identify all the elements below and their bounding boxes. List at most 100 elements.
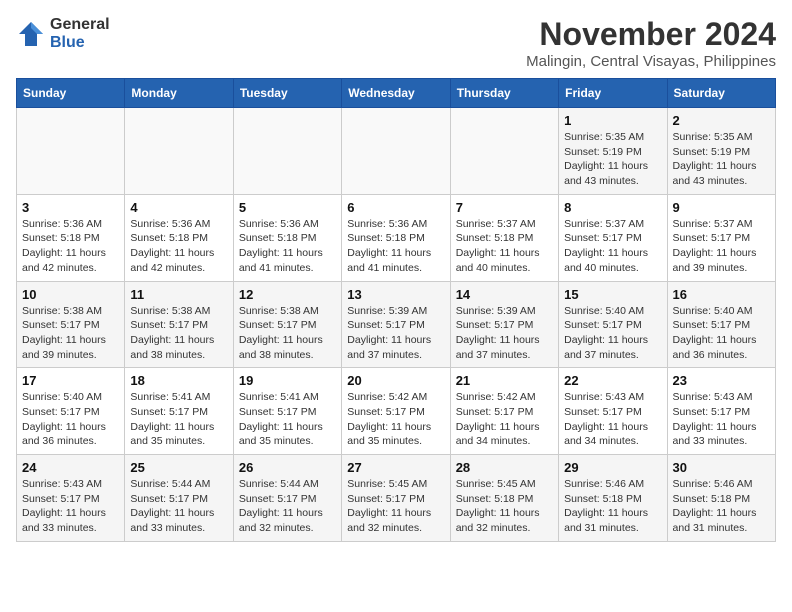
day-info: Sunrise: 5:46 AM Sunset: 5:18 PM Dayligh… bbox=[564, 477, 661, 536]
calendar-cell: 11Sunrise: 5:38 AM Sunset: 5:17 PM Dayli… bbox=[125, 281, 233, 368]
calendar-cell: 2 Sunrise: 5:35 AM Sunset: 5:19 PM Daylig… bbox=[667, 108, 775, 195]
day-number: 17 bbox=[22, 373, 119, 388]
calendar-cell: 15 Sunrise: 5:40 AM Sunset: 5:17 PM Dayli… bbox=[559, 281, 667, 368]
weekday-header: Friday bbox=[559, 79, 667, 108]
weekday-header: Saturday bbox=[667, 79, 775, 108]
logo-text: General Blue bbox=[50, 16, 110, 51]
day-info: Sunrise: 5:43 AM Sunset: 5:17 PM Dayligh… bbox=[673, 390, 770, 449]
day-info: Sunrise: 5:37 AM Sunset: 5:18 PM Dayligh… bbox=[456, 217, 553, 276]
day-info: Sunrise: 5:42 AM Sunset: 5:17 PM Dayligh… bbox=[456, 390, 553, 449]
calendar-cell: 26 Sunrise: 5:44 AM Sunset: 5:17 PM Dayli… bbox=[233, 455, 341, 542]
day-info: Sunrise: 5:40 AM Sunset: 5:17 PM Dayligh… bbox=[22, 390, 119, 449]
calendar-cell: 3 Sunrise: 5:36 AM Sunset: 5:18 PM Daylig… bbox=[17, 194, 125, 281]
calendar-cell: 7 Sunrise: 5:37 AM Sunset: 5:18 PM Daylig… bbox=[450, 194, 558, 281]
title-area: November 2024 Malingin, Central Visayas,… bbox=[526, 16, 776, 70]
calendar-cell: 24 Sunrise: 5:43 AM Sunset: 5:17 PM Dayli… bbox=[17, 455, 125, 542]
calendar-cell: 19 Sunrise: 5:41 AM Sunset: 5:17 PM Dayli… bbox=[233, 368, 341, 455]
day-info: Sunrise: 5:43 AM Sunset: 5:17 PM Dayligh… bbox=[22, 477, 119, 536]
calendar-cell: 20Sunrise: 5:42 AM Sunset: 5:17 PM Dayli… bbox=[342, 368, 450, 455]
day-info: Sunrise: 5:43 AM Sunset: 5:17 PM Dayligh… bbox=[564, 390, 661, 449]
day-info: Sunrise: 5:41 AM Sunset: 5:17 PM Dayligh… bbox=[239, 390, 336, 449]
day-number: 5 bbox=[239, 200, 336, 215]
day-number: 2 bbox=[673, 113, 770, 128]
calendar-table: SundayMondayTuesdayWednesdayThursdayFrid… bbox=[16, 78, 776, 542]
calendar-cell bbox=[450, 108, 558, 195]
calendar-cell: 14 Sunrise: 5:39 AM Sunset: 5:17 PM Dayli… bbox=[450, 281, 558, 368]
page-title: November 2024 bbox=[526, 16, 776, 53]
day-info: Sunrise: 5:44 AM Sunset: 5:17 PM Dayligh… bbox=[130, 477, 227, 536]
calendar-week-row: 3 Sunrise: 5:36 AM Sunset: 5:18 PM Daylig… bbox=[17, 194, 776, 281]
day-number: 3 bbox=[22, 200, 119, 215]
day-number: 26 bbox=[239, 460, 336, 475]
calendar-week-row: 10 Sunrise: 5:38 AM Sunset: 5:17 PM Dayli… bbox=[17, 281, 776, 368]
day-info: Sunrise: 5:45 AM Sunset: 5:17 PM Dayligh… bbox=[347, 477, 444, 536]
calendar-cell: 10 Sunrise: 5:38 AM Sunset: 5:17 PM Dayli… bbox=[17, 281, 125, 368]
day-number: 10 bbox=[22, 287, 119, 302]
day-info: Sunrise: 5:37 AM Sunset: 5:17 PM Dayligh… bbox=[673, 217, 770, 276]
calendar-cell: 23 Sunrise: 5:43 AM Sunset: 5:17 PM Dayli… bbox=[667, 368, 775, 455]
day-number: 24 bbox=[22, 460, 119, 475]
day-info: Sunrise: 5:36 AM Sunset: 5:18 PM Dayligh… bbox=[239, 217, 336, 276]
day-number: 12 bbox=[239, 287, 336, 302]
calendar-cell: 16 Sunrise: 5:40 AM Sunset: 5:17 PM Dayli… bbox=[667, 281, 775, 368]
calendar-cell bbox=[233, 108, 341, 195]
day-number: 25 bbox=[130, 460, 227, 475]
day-info: Sunrise: 5:39 AM Sunset: 5:17 PM Dayligh… bbox=[347, 304, 444, 363]
day-info: Sunrise: 5:40 AM Sunset: 5:17 PM Dayligh… bbox=[673, 304, 770, 363]
day-number: 22 bbox=[564, 373, 661, 388]
day-number: 8 bbox=[564, 200, 661, 215]
day-number: 7 bbox=[456, 200, 553, 215]
weekday-header: Sunday bbox=[17, 79, 125, 108]
day-info: Sunrise: 5:35 AM Sunset: 5:19 PM Dayligh… bbox=[564, 130, 661, 189]
day-info: Sunrise: 5:36 AM Sunset: 5:18 PM Dayligh… bbox=[22, 217, 119, 276]
day-info: Sunrise: 5:38 AM Sunset: 5:17 PM Dayligh… bbox=[22, 304, 119, 363]
day-info: Sunrise: 5:38 AM Sunset: 5:17 PM Dayligh… bbox=[239, 304, 336, 363]
calendar-cell: 21Sunrise: 5:42 AM Sunset: 5:17 PM Dayli… bbox=[450, 368, 558, 455]
weekday-header: Thursday bbox=[450, 79, 558, 108]
calendar-cell bbox=[17, 108, 125, 195]
calendar-cell bbox=[342, 108, 450, 195]
weekday-header: Monday bbox=[125, 79, 233, 108]
calendar-cell: 29 Sunrise: 5:46 AM Sunset: 5:18 PM Dayli… bbox=[559, 455, 667, 542]
day-info: Sunrise: 5:42 AM Sunset: 5:17 PM Dayligh… bbox=[347, 390, 444, 449]
day-number: 29 bbox=[564, 460, 661, 475]
day-number: 30 bbox=[673, 460, 770, 475]
day-number: 9 bbox=[673, 200, 770, 215]
day-number: 16 bbox=[673, 287, 770, 302]
calendar-cell: 27 Sunrise: 5:45 AM Sunset: 5:17 PM Dayli… bbox=[342, 455, 450, 542]
day-number: 18 bbox=[130, 373, 227, 388]
calendar-cell: 5 Sunrise: 5:36 AM Sunset: 5:18 PM Daylig… bbox=[233, 194, 341, 281]
weekday-header: Wednesday bbox=[342, 79, 450, 108]
day-info: Sunrise: 5:35 AM Sunset: 5:19 PM Dayligh… bbox=[673, 130, 770, 189]
calendar-cell: 17 Sunrise: 5:40 AM Sunset: 5:17 PM Dayli… bbox=[17, 368, 125, 455]
day-number: 27 bbox=[347, 460, 444, 475]
calendar-cell: 30Sunrise: 5:46 AM Sunset: 5:18 PM Dayli… bbox=[667, 455, 775, 542]
logo-icon bbox=[16, 19, 46, 49]
logo: General Blue bbox=[16, 16, 110, 51]
day-number: 1 bbox=[564, 113, 661, 128]
day-info: Sunrise: 5:36 AM Sunset: 5:18 PM Dayligh… bbox=[347, 217, 444, 276]
calendar-cell: 13Sunrise: 5:39 AM Sunset: 5:17 PM Dayli… bbox=[342, 281, 450, 368]
day-info: Sunrise: 5:45 AM Sunset: 5:18 PM Dayligh… bbox=[456, 477, 553, 536]
day-number: 28 bbox=[456, 460, 553, 475]
calendar-cell: 1 Sunrise: 5:35 AM Sunset: 5:19 PM Daylig… bbox=[559, 108, 667, 195]
page-subtitle: Malingin, Central Visayas, Philippines bbox=[526, 53, 776, 70]
weekday-header: Tuesday bbox=[233, 79, 341, 108]
calendar-header-row: SundayMondayTuesdayWednesdayThursdayFrid… bbox=[17, 79, 776, 108]
day-number: 19 bbox=[239, 373, 336, 388]
day-number: 11 bbox=[130, 287, 227, 302]
day-info: Sunrise: 5:37 AM Sunset: 5:17 PM Dayligh… bbox=[564, 217, 661, 276]
day-number: 6 bbox=[347, 200, 444, 215]
calendar-cell: 4Sunrise: 5:36 AM Sunset: 5:18 PM Daylig… bbox=[125, 194, 233, 281]
day-number: 23 bbox=[673, 373, 770, 388]
calendar-week-row: 17 Sunrise: 5:40 AM Sunset: 5:17 PM Dayli… bbox=[17, 368, 776, 455]
calendar-cell: 18Sunrise: 5:41 AM Sunset: 5:17 PM Dayli… bbox=[125, 368, 233, 455]
day-number: 15 bbox=[564, 287, 661, 302]
day-info: Sunrise: 5:39 AM Sunset: 5:17 PM Dayligh… bbox=[456, 304, 553, 363]
day-info: Sunrise: 5:40 AM Sunset: 5:17 PM Dayligh… bbox=[564, 304, 661, 363]
page-header: General Blue November 2024 Malingin, Cen… bbox=[16, 16, 776, 70]
day-number: 4 bbox=[130, 200, 227, 215]
calendar-cell: 12 Sunrise: 5:38 AM Sunset: 5:17 PM Dayli… bbox=[233, 281, 341, 368]
day-number: 14 bbox=[456, 287, 553, 302]
day-info: Sunrise: 5:44 AM Sunset: 5:17 PM Dayligh… bbox=[239, 477, 336, 536]
